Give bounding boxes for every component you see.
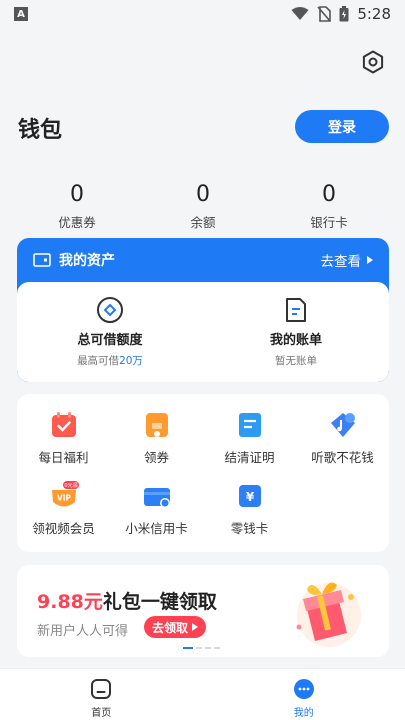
stat-value: 0 [322, 182, 336, 207]
service-label: 听歌不花钱 [311, 450, 374, 465]
service-coupons[interactable]: 领券 [110, 410, 203, 478]
service-label: 小米信用卡 [125, 521, 188, 536]
svg-text:VIP: VIP [56, 494, 71, 503]
service-label: 领视频会员 [32, 521, 95, 536]
stat-label: 银行卡 [310, 215, 348, 230]
music-icon [330, 413, 355, 437]
wifi-icon [291, 7, 309, 20]
service-change-card[interactable]: ¥ 零钱卡 [203, 481, 296, 549]
view-assets-link[interactable]: 去查看 [321, 250, 362, 270]
tab-label: 首页 [91, 708, 112, 719]
battery-icon [339, 6, 349, 22]
notification-a-icon: A [14, 7, 28, 21]
service-label: 每日福利 [38, 450, 89, 465]
bill-icon [286, 298, 306, 322]
carousel-indicator [183, 647, 220, 649]
vip-badge-text: 0元领 [64, 482, 77, 489]
tab-label: 我的 [293, 708, 314, 719]
stat-bank-cards[interactable]: 0 银行卡 [270, 182, 388, 231]
stat-balance[interactable]: 0 余额 [144, 182, 262, 231]
promo-subtitle: 新用户人人可得 [37, 624, 129, 639]
gift-box-icon [296, 582, 361, 647]
login-button[interactable]: 登录 [295, 110, 389, 143]
claim-button-label: 去领取 [152, 620, 189, 635]
service-mi-credit-card[interactable]: 小米信用卡 [110, 481, 203, 549]
asset-title: 总可借额度 [77, 333, 143, 348]
wallet-icon [33, 253, 51, 267]
asset-sub-prefix: 最高可借 [77, 355, 120, 367]
status-bar: A 5:28 [0, 0, 405, 28]
stat-label: 余额 [190, 215, 216, 230]
stat-coupons[interactable]: 0 优惠券 [18, 182, 136, 231]
settings-gear-icon[interactable] [361, 50, 385, 74]
no-sim-icon [317, 6, 332, 22]
service-settlement-proof[interactable]: 结清证明 [203, 410, 296, 478]
assets-header[interactable]: 我的资产 去查看 [17, 238, 389, 282]
asset-subtitle: 暂无账单 [275, 353, 317, 368]
carousel-dot [205, 647, 211, 649]
calendar-icon [51, 412, 76, 437]
stat-value: 0 [70, 182, 84, 207]
caret-right-icon [367, 256, 373, 264]
claim-arrow-icon [192, 623, 199, 631]
credit-card-icon [143, 488, 170, 508]
tab-mine[interactable]: 我的 [203, 669, 405, 720]
carousel-dot [183, 647, 193, 649]
yuan-card-icon: ¥ [238, 485, 261, 507]
vip-icon: VIP 0元领 [51, 481, 79, 507]
service-video-vip[interactable]: VIP 0元领 领视频会员 [17, 481, 110, 549]
page-title: 钱包 [18, 118, 63, 143]
asset-title: 我的账单 [269, 333, 322, 348]
status-time: 5:28 [357, 5, 391, 23]
stat-value: 0 [196, 182, 210, 207]
stat-label: 优惠券 [58, 215, 96, 230]
asset-subtitle: 最高可借20万 [77, 353, 143, 368]
services-grid: 每日福利 领券 结清证明 听歌不花钱 VIP 0元领 领视频会员 小米信用卡 ¥ … [17, 394, 389, 552]
service-free-music[interactable]: 听歌不花钱 [296, 410, 389, 478]
credit-limit-icon [97, 297, 123, 323]
credit-limit-item[interactable]: 总可借额度 最高可借20万 [17, 282, 203, 382]
assets-card: 我的资产 去查看 总可借额度 最高可借20万 我的账单 暂无账单 [17, 238, 389, 382]
service-label: 领券 [143, 450, 169, 465]
bottom-tab-bar: 首页 我的 [0, 668, 405, 720]
promo-amount: 9.88元 [37, 591, 103, 613]
tab-home[interactable]: 首页 [0, 669, 203, 720]
promo-title: 9.88元礼包一键领取 [37, 587, 217, 614]
home-icon [91, 679, 112, 699]
asset-sub-prefix: 暂无账单 [275, 355, 317, 367]
promo-title-rest: 礼包一键领取 [102, 591, 217, 613]
assets-title: 我的资产 [59, 253, 115, 269]
carousel-dot [214, 647, 220, 649]
promo-banner[interactable]: 9.88元礼包一键领取 新用户人人可得 去领取 [17, 565, 389, 657]
document-icon [238, 413, 261, 437]
profile-icon [293, 679, 314, 699]
svg-text:¥: ¥ [245, 490, 254, 504]
my-bill-item[interactable]: 我的账单 暂无账单 [203, 282, 389, 382]
service-label: 结清证明 [224, 450, 275, 465]
account-stats: 0 优惠券 0 余额 0 银行卡 [18, 182, 388, 231]
service-label: 零钱卡 [230, 521, 269, 536]
coupon-icon [145, 413, 168, 437]
claim-button[interactable]: 去领取 [144, 616, 207, 638]
asset-sub-highlight: 20万 [119, 355, 143, 367]
service-daily-benefits[interactable]: 每日福利 [17, 410, 110, 478]
carousel-dot [196, 647, 202, 649]
